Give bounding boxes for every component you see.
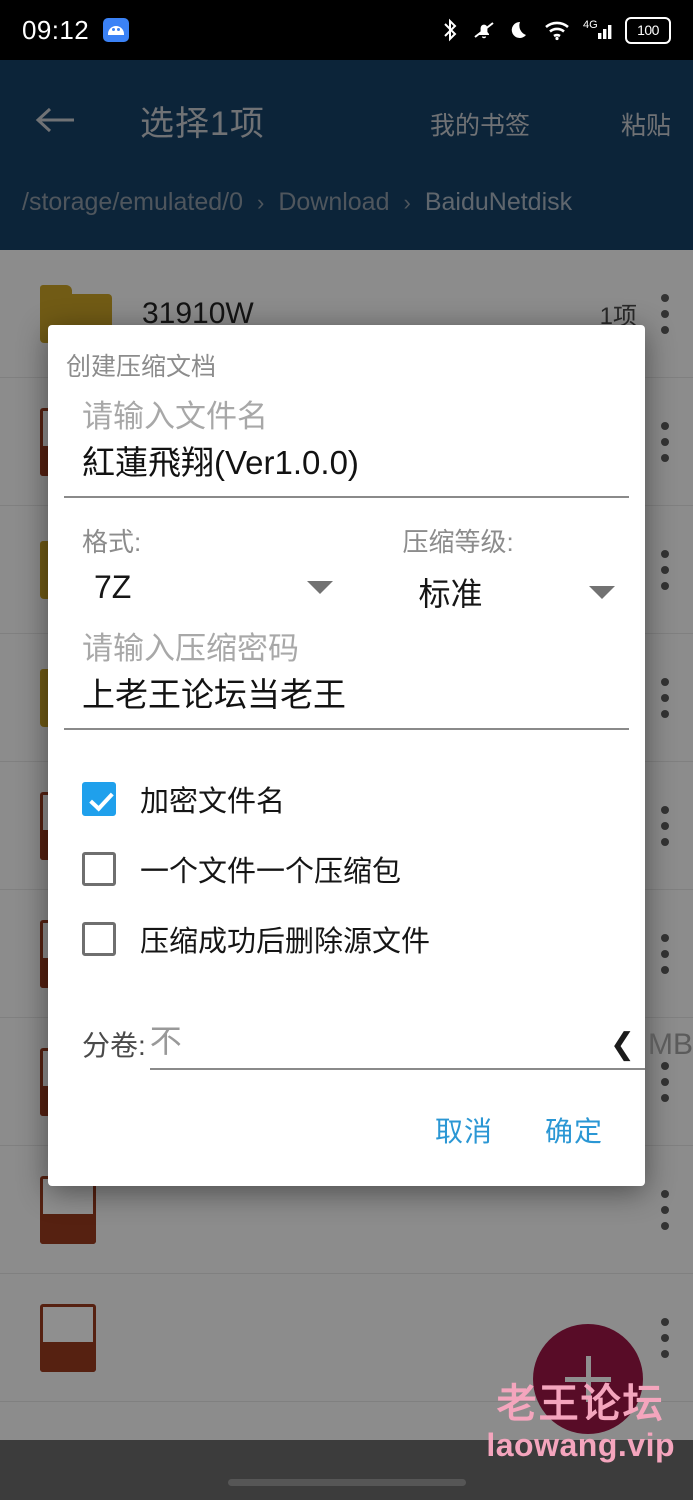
format-column: 格式: 7Z [64, 522, 347, 615]
status-bar-left: 09:12 [22, 14, 130, 46]
checkbox-icon-unchecked[interactable] [82, 852, 116, 887]
filename-field[interactable]: 请输入文件名 紅蓮飛翔(Ver1.0.0) [64, 383, 629, 499]
battery-level: 100 [637, 22, 659, 38]
status-time: 09:12 [22, 14, 90, 45]
phone-screen: 09:12 4G 100 选择1项 我的书签 粘贴 /storage/emula… [0, 0, 693, 1500]
password-field[interactable]: 请输入压缩密码 上老王论坛当老王 [64, 615, 629, 731]
checkbox-icon-checked[interactable] [82, 782, 116, 817]
cancel-button[interactable]: 取消 [427, 1104, 501, 1156]
password-placeholder: 请输入压缩密码 [82, 631, 299, 667]
checkbox-delete-source-after[interactable]: 压缩成功后删除源文件 [64, 904, 629, 974]
format-select[interactable]: 7Z [64, 559, 347, 606]
checkbox-encrypt-filenames[interactable]: 加密文件名 [64, 764, 629, 834]
level-label: 压缩等级: [402, 527, 514, 558]
format-level-row: 格式: 7Z 压缩等级: 标准 [64, 522, 629, 615]
password-underline [64, 728, 629, 731]
svg-text:4G: 4G [583, 19, 598, 31]
moon-icon [511, 21, 526, 38]
checkbox-label: 压缩成功后删除源文件 [140, 926, 431, 959]
status-bar-right: 4G 100 [441, 16, 671, 44]
bluetooth-icon [444, 18, 457, 42]
split-label: 分卷: [82, 1030, 146, 1062]
level-column: 压缩等级: 标准 [347, 522, 630, 615]
level-value: 标准 [418, 576, 483, 613]
split-unit-label: MB [648, 1028, 693, 1062]
create-archive-dialog: 创建压缩文档 请输入文件名 紅蓮飛翔(Ver1.0.0) 格式: 7Z 压缩等级… [48, 325, 693, 1187]
android-icon [103, 18, 130, 42]
password-input[interactable]: 上老王论坛当老王 [64, 672, 629, 718]
checkbox-label: 一个文件一个压缩包 [140, 856, 402, 889]
split-value: 不 [149, 1023, 182, 1060]
chevron-down-icon [306, 581, 333, 595]
split-volume-row: 分卷: 不 ❮ MB [64, 1000, 693, 1071]
chevron-left-icon[interactable]: ❮ [610, 1030, 635, 1062]
chevron-down-icon [589, 585, 615, 599]
split-input[interactable]: 不 ❮ [149, 1016, 645, 1071]
options-group: 加密文件名 一个文件一个压缩包 压缩成功后删除源文件 [64, 764, 629, 974]
checkbox-label: 加密文件名 [140, 786, 286, 819]
format-label: 格式: [82, 527, 142, 558]
confirm-button[interactable]: 确定 [537, 1104, 611, 1156]
checkbox-icon-unchecked[interactable] [82, 922, 116, 957]
dialog-title: 创建压缩文档 [66, 353, 217, 381]
filename-placeholder: 请输入文件名 [82, 399, 268, 434]
filename-input[interactable]: 紅蓮飛翔(Ver1.0.0) [64, 440, 629, 486]
filename-underline [64, 496, 629, 499]
format-value: 7Z [94, 569, 132, 606]
battery-icon: 100 [625, 16, 671, 44]
status-bar: 09:12 4G 100 [0, 0, 693, 60]
wifi-icon [545, 21, 569, 41]
dialog-actions: 取消 确定 [48, 1070, 645, 1186]
checkbox-one-archive-per-file[interactable]: 一个文件一个压缩包 [64, 834, 629, 904]
level-select[interactable]: 标准 [347, 559, 630, 615]
signal-4g-icon: 4G [583, 19, 612, 39]
mute-bell-icon [474, 22, 494, 39]
